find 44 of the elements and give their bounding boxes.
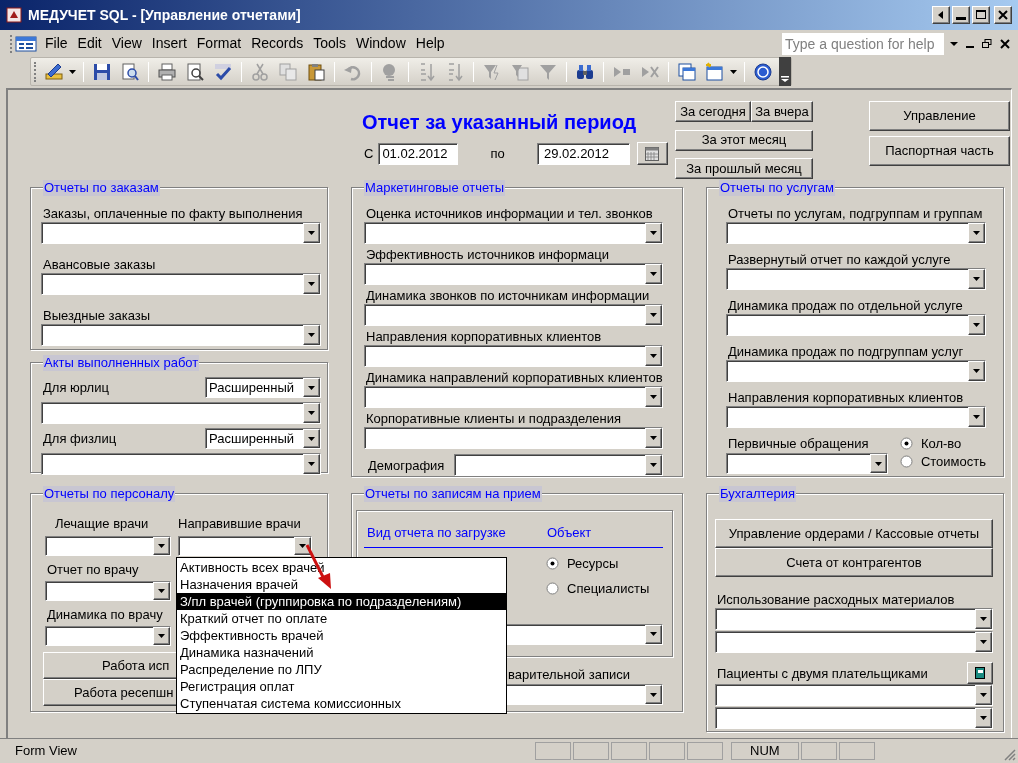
- field-label: Для юрлиц: [42, 380, 110, 395]
- field-label: Отчеты по услугам, подгруппам и группам: [727, 206, 984, 221]
- field-label: Лечащие врачи: [54, 516, 150, 531]
- field-label: варительной записи: [508, 667, 631, 682]
- field-label: Динамика продаж по подгруппам услуг: [727, 344, 965, 359]
- window-title: МЕДУЧЕТ SQL - [Управление отчетами]: [28, 5, 301, 25]
- field-label: Эффективность источников информаци: [365, 247, 610, 262]
- field-label: Использование расходных материалов: [716, 592, 956, 607]
- field-label: Первичные обращения: [727, 436, 870, 451]
- field-label: Корпоративные клиенты и подразделения: [365, 411, 623, 426]
- field-label: Для физлиц: [42, 431, 118, 446]
- field-label: Специалисты: [567, 580, 650, 596]
- group-legend: Отчеты по персоналу: [43, 486, 176, 502]
- group-legend: Отчеты по заказам: [43, 180, 160, 196]
- field-label: Отчет по врачу: [46, 562, 140, 577]
- section-heading: Объект: [547, 524, 592, 542]
- field-label: Авансовые заказы: [42, 257, 157, 272]
- field-label: Ресурсы: [567, 555, 619, 571]
- field-label: по: [489, 144, 506, 163]
- field-label: Оценка источников информации и тел. звонков: [365, 206, 654, 221]
- group-legend: Отчеты по записям на прием: [364, 486, 542, 502]
- status-indicator: NUM: [731, 742, 799, 760]
- field-label: Стоимость: [920, 454, 986, 469]
- field-label: Динамика продаж по отдельной услуге: [727, 298, 964, 313]
- form-title: Отчет за указанный период: [362, 110, 638, 134]
- field-label: Динамика по врачу: [46, 607, 164, 622]
- field-label: Демография: [367, 457, 446, 473]
- field-label: Заказы, оплаченные по факту выполнения: [42, 206, 304, 221]
- group-legend: Отчеты по услугам: [719, 180, 835, 196]
- field-label: Кол-во: [920, 436, 962, 451]
- section-heading: Вид отчета по загрузке: [366, 524, 507, 542]
- field-label: Направления корпоративных клиентов: [365, 329, 603, 344]
- field-label: Динамика направлений корпоративных клиентов: [365, 370, 663, 385]
- field-label: Пациенты с двумя плательщиками: [716, 665, 929, 681]
- group-legend: Акты выполненных работ: [43, 355, 200, 371]
- field-label: Направления корпоративных клиентов: [727, 390, 965, 405]
- field-label: Выездные заказы: [42, 308, 152, 323]
- status-text: Form View: [15, 742, 78, 761]
- group-legend: Маркетинговые отчеты: [364, 180, 505, 196]
- field-label: Динамика звонков по источникам информации: [365, 288, 651, 303]
- field-label: Направившие врачи: [178, 516, 302, 531]
- field-label: С: [364, 144, 374, 163]
- field-label: Развернутый отчет по каждой услуге: [727, 252, 952, 267]
- group-legend: Бухгалтерия: [719, 486, 797, 502]
